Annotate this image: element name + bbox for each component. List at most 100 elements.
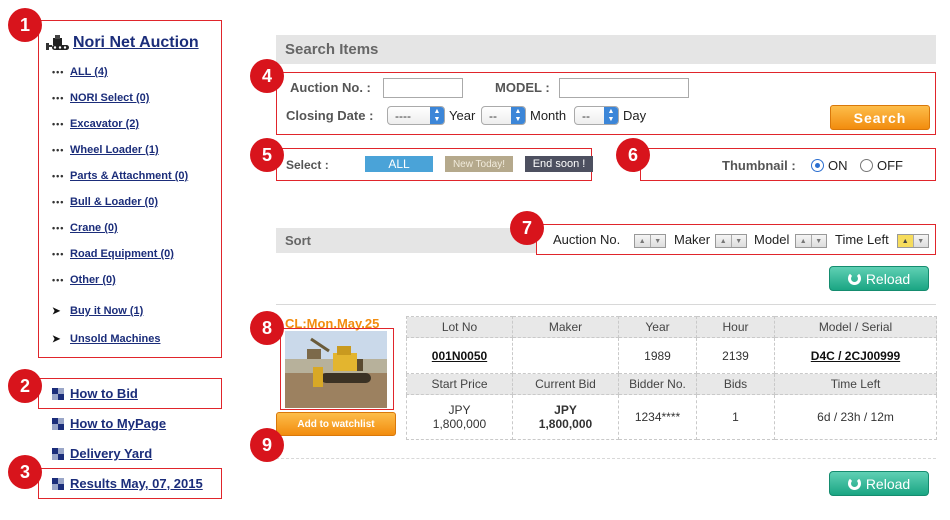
- sort-maker-toggle[interactable]: ▲ ▼: [715, 234, 747, 248]
- sort-desc-icon[interactable]: ▼: [810, 235, 827, 247]
- dots-icon: •••: [52, 93, 65, 103]
- filter-all-button[interactable]: ALL: [365, 156, 433, 172]
- lot-table: Lot No Maker Year Hour Model / Serial 00…: [406, 316, 937, 440]
- search-title: Search Items: [285, 41, 379, 58]
- header-current-bid: Current Bid: [512, 373, 619, 395]
- buy-it-now-link[interactable]: ➤ Buy it Now (1): [52, 305, 143, 317]
- sort-desc-icon[interactable]: ▼: [730, 235, 747, 247]
- buy-it-now-label[interactable]: Buy it Now (1): [70, 305, 143, 317]
- select-label: Select :: [286, 158, 329, 172]
- category-bull-loader[interactable]: ••• Bull & Loader (0): [52, 196, 158, 208]
- sort-header: Sort: [276, 228, 536, 253]
- thumbnail-label: Thumbnail :: [722, 158, 796, 173]
- lot-value-row: 001N0050 1989 2139 D4C / 2CJ00999: [406, 337, 937, 374]
- category-crane[interactable]: ••• Crane (0): [52, 222, 118, 234]
- brand-title[interactable]: Nori Net Auction: [73, 34, 199, 52]
- day-label: Day: [623, 108, 647, 123]
- how-to-mypage-label[interactable]: How to MyPage: [70, 416, 166, 431]
- sort-asc-icon[interactable]: ▲: [796, 235, 811, 247]
- auction-no-input[interactable]: [383, 78, 463, 98]
- sort-time-left-label: Time Left: [835, 232, 889, 247]
- header-lot-no: Lot No: [406, 316, 513, 338]
- lot-no-link[interactable]: 001N0050: [406, 337, 513, 374]
- bidder-no-value: 1234****: [618, 394, 697, 440]
- category-all[interactable]: ••• ALL (4): [52, 66, 108, 78]
- category-nori-select[interactable]: ••• NORI Select (0): [52, 92, 149, 104]
- brand[interactable]: Nori Net Auction: [46, 34, 199, 52]
- sort-desc-icon[interactable]: ▼: [912, 235, 929, 247]
- thumbnail-off-radio[interactable]: [860, 159, 873, 172]
- model-input[interactable]: [559, 78, 689, 98]
- sort-asc-icon[interactable]: ▲: [716, 235, 731, 247]
- sort-maker-label: Maker: [674, 232, 711, 247]
- category-wheel-loader[interactable]: ••• Wheel Loader (1): [52, 144, 159, 156]
- reload-button-top[interactable]: Reload: [829, 266, 929, 291]
- category-excavator[interactable]: ••• Excavator (2): [52, 118, 139, 130]
- sort-auction-no-toggle[interactable]: ▲ ▼: [634, 234, 666, 248]
- category-label[interactable]: NORI Select (0): [70, 92, 149, 104]
- callout-badge-1: 1: [8, 8, 42, 42]
- header-hour: Hour: [696, 316, 775, 338]
- dots-icon: •••: [52, 249, 65, 259]
- results-label[interactable]: Results May, 07, 2015: [70, 476, 203, 491]
- category-label[interactable]: ALL (4): [70, 66, 108, 78]
- filter-end-soon-button[interactable]: End soon !: [525, 156, 593, 172]
- delivery-yard-label[interactable]: Delivery Yard: [70, 446, 152, 461]
- thumbnail-off-label[interactable]: OFF: [877, 158, 903, 173]
- checker-icon: [52, 417, 64, 430]
- filter-new-today-button[interactable]: New Today!: [445, 156, 513, 172]
- select-arrows-icon: ▲ ▼: [604, 107, 618, 124]
- how-to-bid-label[interactable]: How to Bid: [70, 386, 138, 401]
- category-label[interactable]: Wheel Loader (1): [70, 144, 159, 156]
- results-link[interactable]: Results May, 07, 2015: [52, 476, 203, 491]
- sort-desc-icon[interactable]: ▼: [649, 235, 666, 247]
- category-parts-attachment[interactable]: ••• Parts & Attachment (0): [52, 170, 188, 182]
- add-to-watchlist-button[interactable]: Add to watchlist: [276, 412, 396, 436]
- category-label[interactable]: Excavator (2): [70, 118, 139, 130]
- dots-icon: •••: [52, 171, 65, 181]
- month-label: Month: [530, 108, 567, 123]
- day-select[interactable]: -- ▲ ▼: [574, 106, 619, 125]
- sort-asc-icon[interactable]: ▲: [898, 235, 913, 247]
- machine-thumbnail[interactable]: [285, 331, 387, 408]
- triangle-right-icon: ➤: [52, 333, 61, 345]
- how-to-mypage-link[interactable]: How to MyPage: [52, 416, 166, 431]
- unsold-machines-label[interactable]: Unsold Machines: [70, 333, 160, 345]
- header-start-price: Start Price: [406, 373, 513, 395]
- thumbnail-on-radio[interactable]: [811, 159, 824, 172]
- model-serial-value[interactable]: D4C / 2CJ00999: [811, 349, 900, 363]
- sort-time-left-toggle[interactable]: ▲ ▼: [897, 234, 929, 248]
- thumbnail-on-label[interactable]: ON: [828, 158, 848, 173]
- callout-badge-7: 7: [510, 211, 544, 245]
- category-other[interactable]: ••• Other (0): [52, 274, 116, 286]
- callout-badge-9: 9: [250, 428, 284, 462]
- category-label[interactable]: Bull & Loader (0): [70, 196, 158, 208]
- category-label[interactable]: Road Equipment (0): [70, 248, 174, 260]
- bulldozer-icon: [46, 35, 69, 50]
- how-to-bid-link[interactable]: How to Bid: [52, 386, 138, 401]
- reload-icon: [847, 477, 861, 490]
- year-value: 1989: [618, 337, 697, 374]
- category-road-equipment[interactable]: ••• Road Equipment (0): [52, 248, 174, 260]
- month-select[interactable]: -- ▲ ▼: [481, 106, 526, 125]
- callout-badge-5: 5: [250, 138, 284, 172]
- day-select-value: --: [582, 108, 590, 123]
- unsold-machines-link[interactable]: ➤ Unsold Machines: [52, 333, 160, 345]
- reload-label: Reload: [865, 270, 911, 287]
- delivery-yard-link[interactable]: Delivery Yard: [52, 446, 152, 461]
- sort-model-toggle[interactable]: ▲ ▼: [795, 234, 827, 248]
- lot-no-value[interactable]: 001N0050: [432, 349, 487, 363]
- category-label[interactable]: Other (0): [70, 274, 116, 286]
- category-label[interactable]: Crane (0): [70, 222, 118, 234]
- start-price-currency: JPY: [448, 403, 471, 417]
- model-label: MODEL :: [495, 80, 550, 95]
- dots-icon: •••: [52, 67, 65, 77]
- model-serial-link[interactable]: D4C / 2CJ00999: [774, 337, 937, 374]
- year-select[interactable]: ---- ▲ ▼: [387, 106, 445, 125]
- year-label: Year: [449, 108, 476, 123]
- category-label[interactable]: Parts & Attachment (0): [70, 170, 188, 182]
- search-button[interactable]: Search: [830, 105, 930, 130]
- auction-no-label: Auction No. :: [290, 80, 371, 95]
- reload-button-bottom[interactable]: Reload: [829, 471, 929, 496]
- sort-asc-icon[interactable]: ▲: [635, 235, 650, 247]
